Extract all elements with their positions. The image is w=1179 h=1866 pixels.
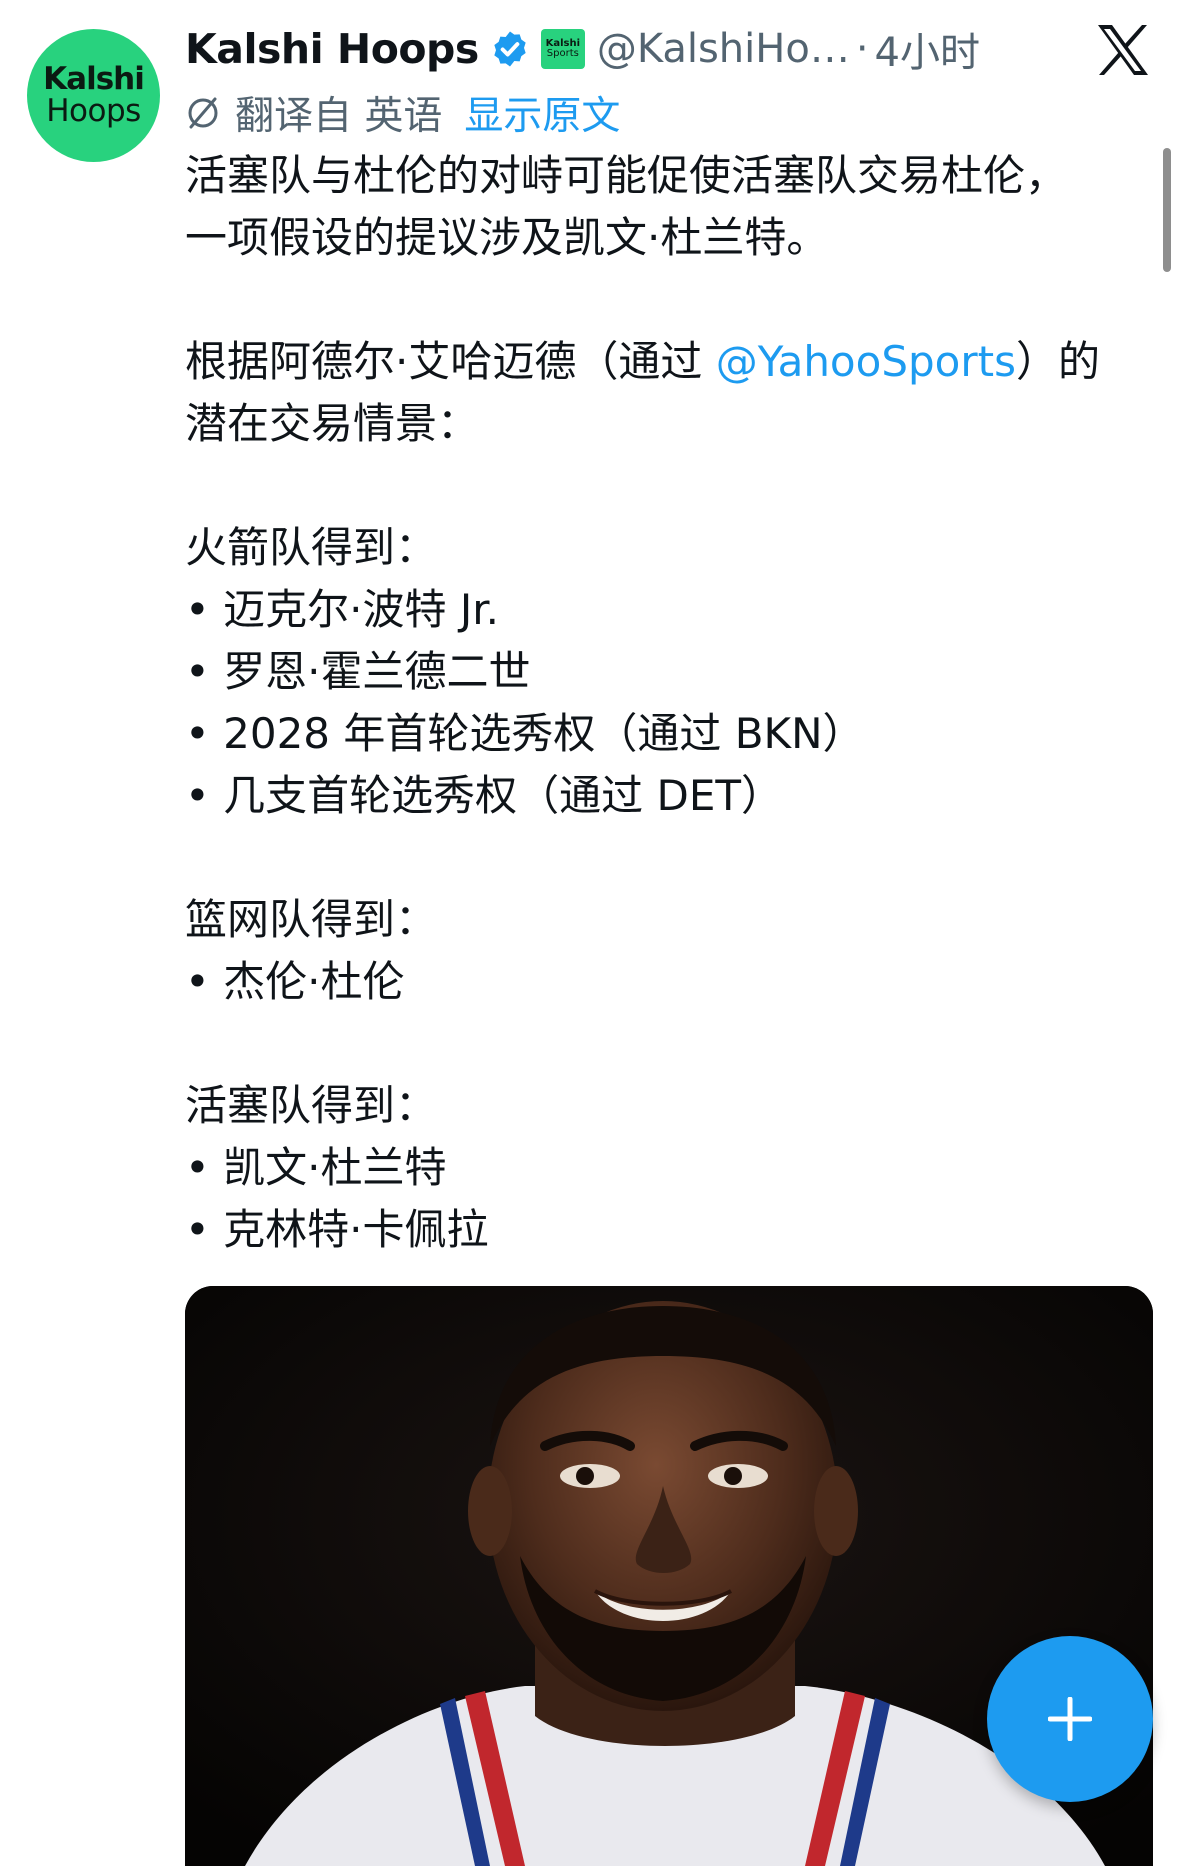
list-item: • 杰伦·杜伦 — [185, 957, 405, 1006]
list-item: • 罗恩·霍兰德二世 — [185, 647, 531, 696]
timestamp[interactable]: 4小时 — [875, 20, 980, 78]
scrollbar-thumb[interactable] — [1163, 148, 1171, 272]
tweet-text: 活塞队与杜伦的对峙可能促使活塞队交易杜伦， 一项假设的提议涉及凯文·杜兰特。 根… — [185, 145, 1150, 1261]
section-heading-pistons: 活塞队得到： — [185, 1081, 438, 1130]
avatar-text-line1: Kalshi — [43, 61, 145, 97]
tweet-line: 潜在交易情景： — [185, 399, 480, 448]
tweet-line-with-mention: 根据阿德尔·艾哈迈德（通过 @YahooSports）的 — [185, 331, 1150, 393]
list-item: • 克林特·卡佩拉 — [185, 1205, 489, 1254]
list-item: • 凯文·杜兰特 — [185, 1143, 447, 1192]
show-original-link[interactable]: 显示原文 — [464, 85, 620, 141]
compose-button[interactable] — [987, 1636, 1153, 1802]
mention-link[interactable]: @YahooSports — [716, 337, 1016, 386]
section-heading-rockets: 火箭队得到： — [185, 523, 438, 572]
plus-icon — [1048, 1697, 1092, 1741]
translation-label: 翻译自 英语 — [235, 94, 443, 139]
player-photo — [185, 1286, 1153, 1866]
affiliate-badge-line2: Sports — [546, 48, 579, 59]
verified-badge-icon[interactable] — [490, 29, 530, 69]
tweet-media-image[interactable] — [185, 1286, 1153, 1866]
list-item: • 几支首轮选秀权（通过 DET） — [185, 771, 784, 820]
list-item: • 迈克尔·波特 Jr. — [185, 585, 499, 634]
display-name[interactable]: Kalshi Hoops — [185, 25, 479, 73]
avatar[interactable]: Kalshi Hoops — [27, 29, 160, 162]
x-logo-icon[interactable] — [1096, 24, 1150, 76]
avatar-text-line2: Hoops — [46, 93, 141, 129]
affiliate-badge[interactable]: Kalshi Sports — [540, 29, 585, 69]
section-heading-nets: 篮网队得到： — [185, 895, 438, 944]
separator-dot: · — [855, 26, 869, 72]
tweet-line: 活塞队与杜伦的对峙可能促使活塞队交易杜伦， — [185, 151, 1068, 200]
tweet-line: 一项假设的提议涉及凯文·杜兰特。 — [185, 213, 829, 262]
tweet-header: Kalshi Hoops Kalshi Sports @KalshiHo… · … — [185, 18, 1005, 80]
list-item: • 2028 年首轮选秀权（通过 BKN） — [185, 709, 865, 758]
translate-icon — [188, 97, 218, 129]
user-handle[interactable]: @KalshiHo… — [597, 26, 850, 72]
tweet-text-segment: ）的 — [1015, 337, 1100, 386]
translation-row: 翻译自 英语 显示原文 — [185, 87, 620, 139]
tweet-text-segment: 根据阿德尔·艾哈迈德（通过 — [185, 337, 716, 386]
